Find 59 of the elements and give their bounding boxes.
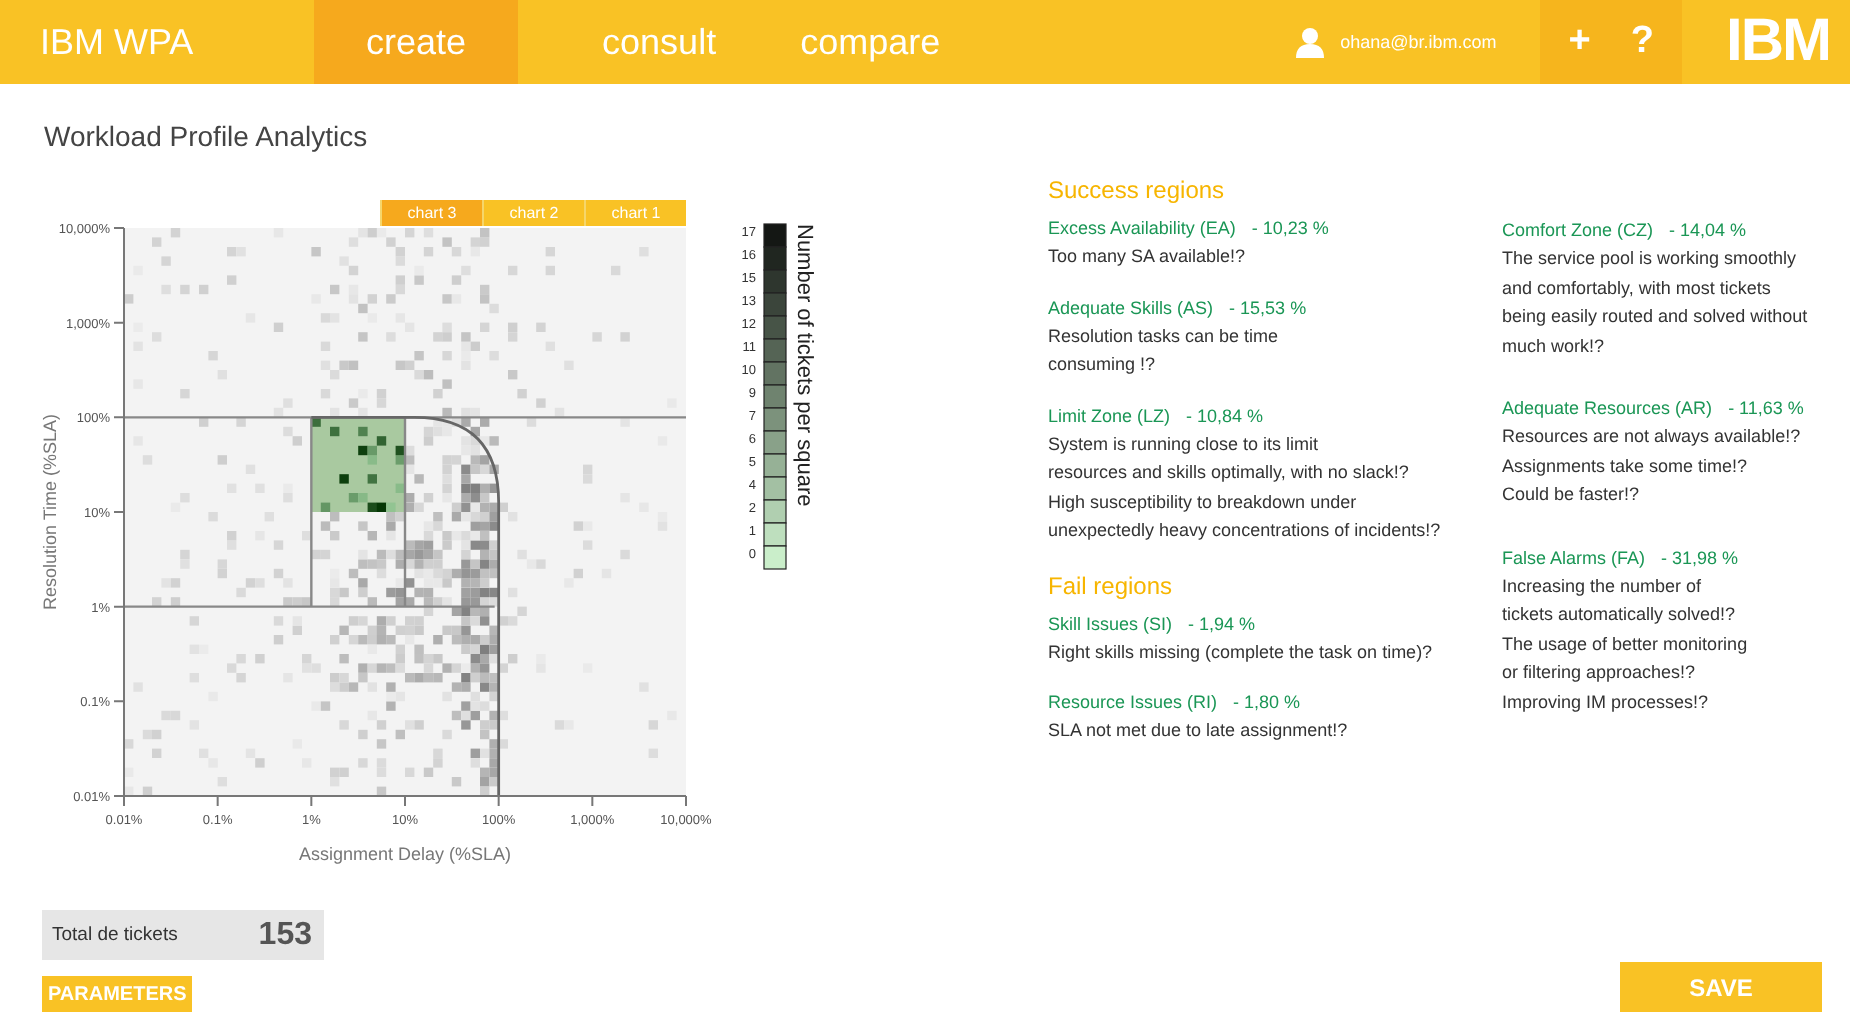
header-action-button[interactable]: ? xyxy=(1630,20,1654,64)
region-description: Assignments take some time!? xyxy=(1502,453,1750,480)
region-description: or filtering approaches!? xyxy=(1502,660,1698,686)
nav-tab[interactable]: compare xyxy=(758,0,983,84)
header-action-button[interactable]: + xyxy=(1568,20,1591,64)
chart-tab[interactable]: chart 1 xyxy=(584,200,686,226)
region-percentage: - 1,94 % xyxy=(1188,613,1256,633)
nav-tab[interactable]: create xyxy=(314,0,519,84)
region-description: Improving IM processes!? xyxy=(1502,689,1711,716)
region-name: Adequate Skills (AS) xyxy=(1048,297,1214,317)
chart-tab[interactable]: chart 2 xyxy=(482,200,584,226)
app-brand: IBM WPA xyxy=(38,19,196,65)
region-description: being easily routed and solved without xyxy=(1502,304,1808,330)
region-percentage: - 14,04 % xyxy=(1669,220,1747,240)
region-description: The usage of better monitoring xyxy=(1502,631,1750,658)
region-description: much work!? xyxy=(1502,333,1607,359)
region-name: Excess Availability (EA) xyxy=(1048,218,1236,238)
region-name: Limit Zone (LZ) xyxy=(1048,405,1171,425)
region-description: SLA not met due to late assignment!? xyxy=(1048,718,1350,744)
region-percentage: - 10,23 % xyxy=(1251,218,1329,238)
page-title: Workload Profile Analytics xyxy=(44,120,368,152)
section-heading: Success regions xyxy=(1048,176,1227,204)
region-description: Resources are not always available!? xyxy=(1502,424,1803,450)
section-heading: Fail regions xyxy=(1048,571,1175,599)
user-email: ohana@br.ibm.com xyxy=(1340,32,1497,52)
region-description: System is running close to its limit xyxy=(1048,431,1321,458)
total-label: Total de tickets xyxy=(52,924,180,946)
nav-tab[interactable]: consult xyxy=(560,0,759,84)
scale-title: Number of tickets per square xyxy=(792,224,816,507)
x-axis-title: Assignment Delay (%SLA) xyxy=(298,844,512,864)
region-percentage: - 11,63 % xyxy=(1728,398,1804,418)
total-value: 153 xyxy=(258,917,312,953)
region-name: Comfort Zone (CZ) xyxy=(1502,220,1654,240)
region-description: resources and skills optimally, with no slack!? xyxy=(1048,460,1411,486)
region-description: consuming !? xyxy=(1048,352,1158,378)
region-name: Skill Issues (SI) xyxy=(1048,613,1173,633)
region-percentage: - 1,80 % xyxy=(1233,692,1301,712)
region-description: Too many SA available!? xyxy=(1048,244,1248,270)
region-percentage: - 15,53 % xyxy=(1229,297,1307,317)
region-name: Resource Issues (RI) xyxy=(1048,692,1218,712)
region-description: Right skills missing (complete the task on time)? xyxy=(1048,639,1435,666)
region-description: and comfortably, with most tickets xyxy=(1502,275,1773,302)
save-button[interactable]: SAVE xyxy=(1620,962,1822,1012)
region-percentage: - 31,98 % xyxy=(1661,547,1739,567)
y-axis-title: Resolution Time (%SLA) xyxy=(40,413,60,611)
region-percentage: - 10,84 % xyxy=(1186,405,1264,425)
region-name: Adequate Resources (AR) xyxy=(1502,398,1713,418)
chart-tab[interactable]: chart 3 xyxy=(380,200,482,226)
region-description: High susceptibility to breakdown under xyxy=(1048,489,1359,516)
parameters-button[interactable]: PARAMETERS xyxy=(42,976,193,1012)
region-name: False Alarms (FA) xyxy=(1502,547,1646,567)
region-description: tickets automatically solved!? xyxy=(1502,602,1738,628)
user-icon xyxy=(1296,26,1325,58)
logo: IBM xyxy=(1726,8,1830,76)
region-description: Increasing the number of xyxy=(1502,573,1704,600)
region-description: Could be faster!? xyxy=(1502,482,1642,508)
region-description: The service pool is working smoothly xyxy=(1502,246,1799,272)
region-description: unexpectedly heavy concentrations of incidents!? xyxy=(1048,518,1443,544)
region-description: Resolution tasks can be time xyxy=(1048,323,1281,349)
